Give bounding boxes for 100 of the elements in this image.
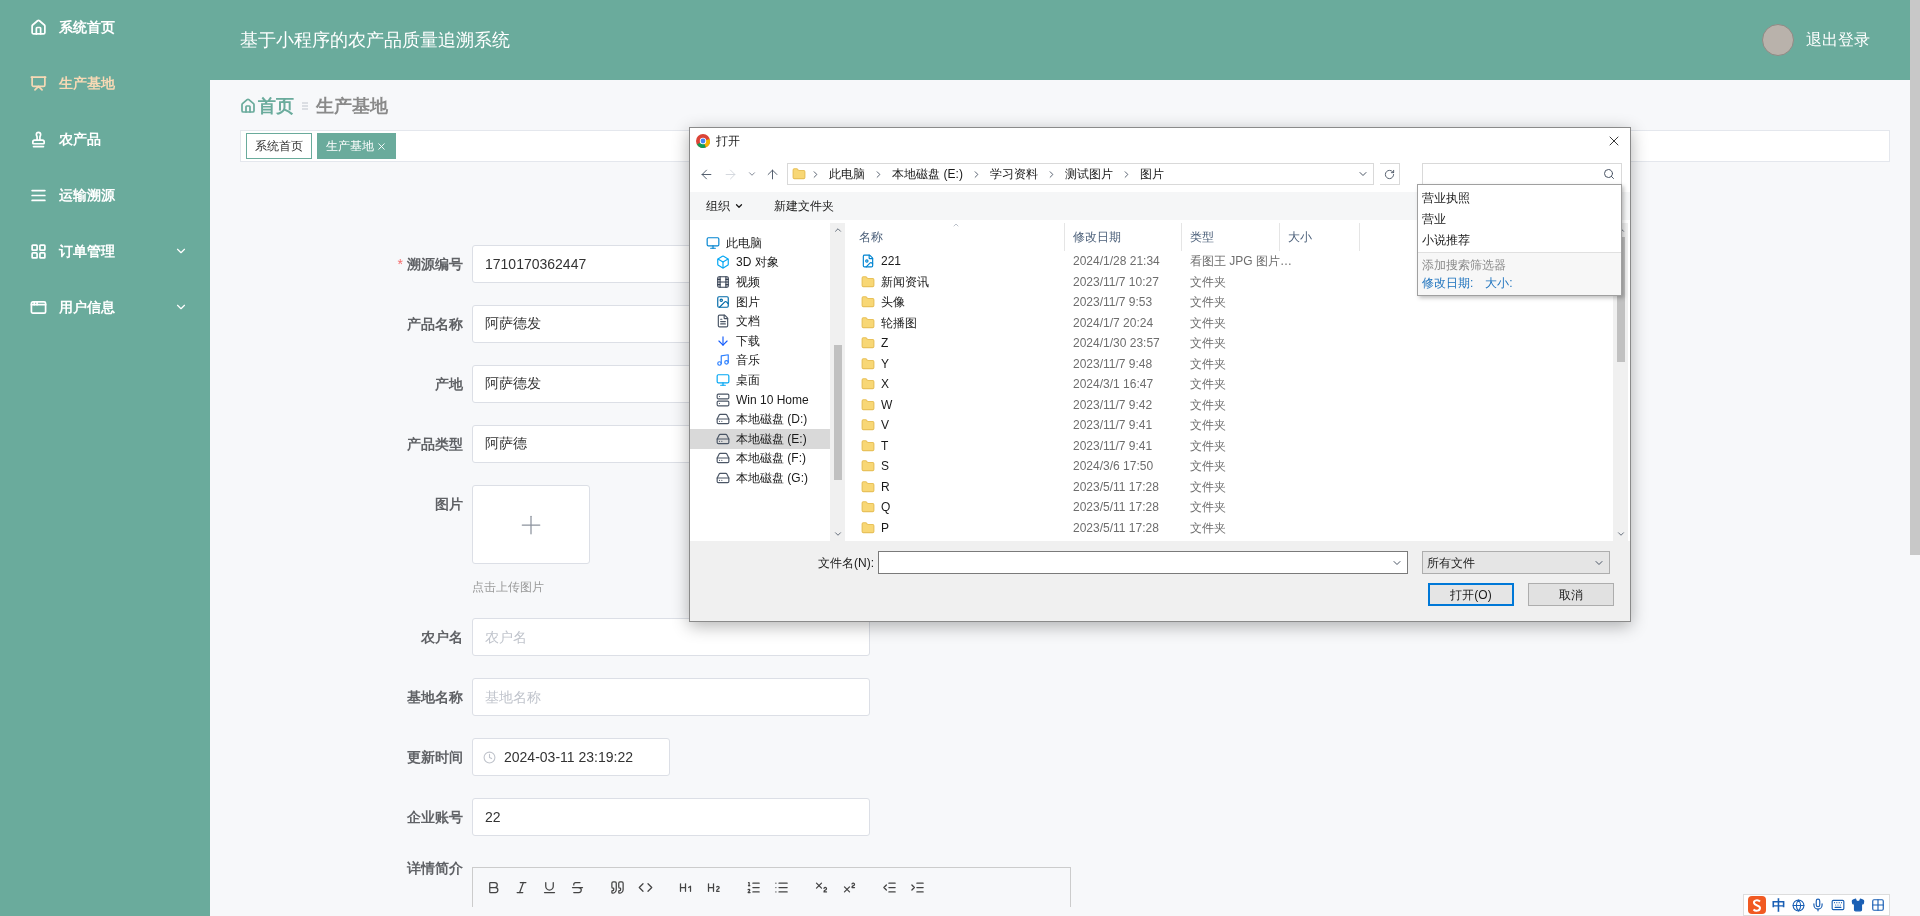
filename-field[interactable]	[878, 551, 1408, 574]
microphone-icon[interactable]	[1811, 898, 1825, 912]
file-name: Q	[881, 499, 891, 517]
home-icon	[30, 18, 47, 36]
subscript-icon	[813, 880, 829, 895]
suggestion-item[interactable]: 小说推荐	[1418, 229, 1621, 250]
download-icon	[716, 333, 730, 348]
address-segment[interactable]: 此电脑	[825, 165, 870, 183]
address-segment[interactable]: 图片	[1135, 165, 1168, 183]
filename-label: 文件名(N):	[818, 554, 874, 572]
strikethrough-button[interactable]	[569, 879, 585, 896]
datetime-field[interactable]: 2024-03-11 23:19:22	[472, 738, 670, 776]
folder-icon	[861, 479, 875, 494]
column-header[interactable]: 类型	[1182, 223, 1280, 251]
file-type: 文件夹	[1189, 355, 1227, 373]
column-header[interactable]: 修改日期	[1065, 223, 1182, 251]
grid-icon[interactable]	[1871, 898, 1885, 912]
scroll-down-icon[interactable]	[1615, 529, 1626, 539]
film-icon	[716, 275, 730, 289]
cancel-button[interactable]: 取消	[1528, 583, 1614, 606]
text-field[interactable]: 农户名	[472, 618, 870, 656]
nav-item[interactable]: 本地磁盘 (G:)	[690, 468, 830, 488]
scroll-down-icon[interactable]	[832, 529, 843, 539]
heading-1-icon	[677, 880, 693, 895]
new-folder-button[interactable]: 新建文件夹	[774, 197, 834, 215]
underline-button[interactable]	[541, 879, 557, 896]
network-drive-icon	[716, 392, 730, 407]
file-date: 2023/5/11 17:28	[1072, 499, 1160, 517]
address-segment[interactable]: 本地磁盘 (E:)	[888, 165, 967, 183]
suggestion-item[interactable]: 营业	[1418, 208, 1621, 229]
superscript-icon	[841, 880, 857, 895]
file-name: 轮播图	[881, 314, 917, 332]
subscript-button[interactable]	[813, 879, 829, 896]
field-label: 详情简介	[407, 858, 463, 878]
ime-mode[interactable]: 中	[1772, 894, 1786, 916]
browser-logo-icon	[696, 134, 710, 148]
address-bar[interactable]: 此电脑 本地磁盘 (E:) 学习资料 测试图片 图片	[787, 163, 1375, 185]
folder-icon	[861, 336, 875, 351]
upload-hint: 点击上传图片	[472, 579, 545, 596]
file-row[interactable]: R 2023/5/11 17:28 文件夹	[851, 476, 1613, 497]
text-field[interactable]: 基地名称	[472, 678, 870, 716]
file-date: 2023/5/11 17:28	[1072, 478, 1160, 496]
column-header[interactable]: 大小	[1280, 223, 1360, 251]
superscript-button[interactable]	[841, 879, 857, 896]
italic-icon	[513, 880, 529, 895]
indent-button[interactable]	[909, 879, 925, 896]
organize-button[interactable]: 组织	[706, 197, 744, 215]
scroll-up-icon[interactable]	[832, 225, 843, 235]
folder-icon	[861, 459, 875, 474]
file-name: R	[881, 478, 890, 496]
file-name: T	[881, 437, 889, 455]
ordered-list-button[interactable]	[745, 879, 761, 896]
file-type: 文件夹	[1189, 519, 1227, 537]
field-label: 农户名	[421, 627, 463, 647]
file-name: 221	[881, 253, 902, 271]
file-date: 2023/11/7 9:48	[1072, 355, 1154, 373]
italic-button[interactable]	[513, 879, 529, 896]
quote-button[interactable]	[609, 879, 625, 896]
file-date: 2024/1/30 23:57	[1072, 335, 1161, 353]
nav-item[interactable]: 桌面	[690, 370, 830, 390]
open-button[interactable]: 打开(O)	[1428, 583, 1514, 606]
shirt-icon[interactable]	[1851, 898, 1865, 912]
file-date: 2024/3/1 16:47	[1072, 376, 1155, 394]
address-segment[interactable]: 学习资料	[985, 165, 1042, 183]
file-row[interactable]: Q 2023/5/11 17:28 文件夹	[851, 497, 1613, 518]
quote-icon	[609, 880, 625, 895]
filter-link[interactable]: 修改日期:	[1422, 274, 1474, 292]
board-icon	[30, 74, 47, 92]
file-type-select[interactable]: 所有文件	[1422, 551, 1610, 574]
file-date: 2024/3/6 17:50	[1072, 458, 1155, 476]
field-label: 产品名称	[407, 314, 463, 334]
bullet-list-button[interactable]	[773, 879, 789, 896]
refresh-button[interactable]	[1380, 163, 1401, 185]
indent-icon	[909, 880, 925, 895]
suggestion-item[interactable]: 营业执照	[1418, 187, 1621, 208]
file-row[interactable]: P 2023/5/11 17:28 文件夹	[851, 517, 1613, 538]
app-title: 基于小程序的农产品质量追溯系统	[240, 28, 510, 52]
computer-icon	[706, 235, 720, 250]
scrollbar-thumb[interactable]	[833, 345, 842, 480]
nav-scrollbar[interactable]	[830, 223, 845, 541]
column-header[interactable]: 名称	[851, 223, 1065, 251]
music-icon	[716, 353, 730, 368]
nav-item[interactable]: 文档	[690, 311, 830, 331]
filter-link[interactable]: 大小:	[1485, 274, 1513, 292]
file-name: X	[881, 376, 889, 394]
page-tab[interactable]: 系统首页	[246, 133, 312, 159]
keyboard-icon[interactable]	[1831, 898, 1845, 912]
outdent-button[interactable]	[881, 879, 897, 896]
folder-icon	[792, 167, 807, 181]
file-type: 文件夹	[1189, 294, 1227, 312]
address-segment[interactable]: 测试图片	[1060, 165, 1117, 183]
text-field[interactable]: 22	[472, 798, 870, 836]
nav-item[interactable]: 3D 对象	[690, 252, 830, 273]
page-scrollbar[interactable]	[1910, 0, 1920, 555]
folder-icon	[861, 356, 875, 371]
file-name: 新闻资讯	[881, 273, 929, 291]
field-label: 企业账号	[407, 807, 463, 827]
file-type: 文件夹	[1189, 458, 1227, 476]
nav-item[interactable]: 本地磁盘 (E:)	[690, 428, 830, 449]
file-name: Z	[881, 335, 889, 353]
